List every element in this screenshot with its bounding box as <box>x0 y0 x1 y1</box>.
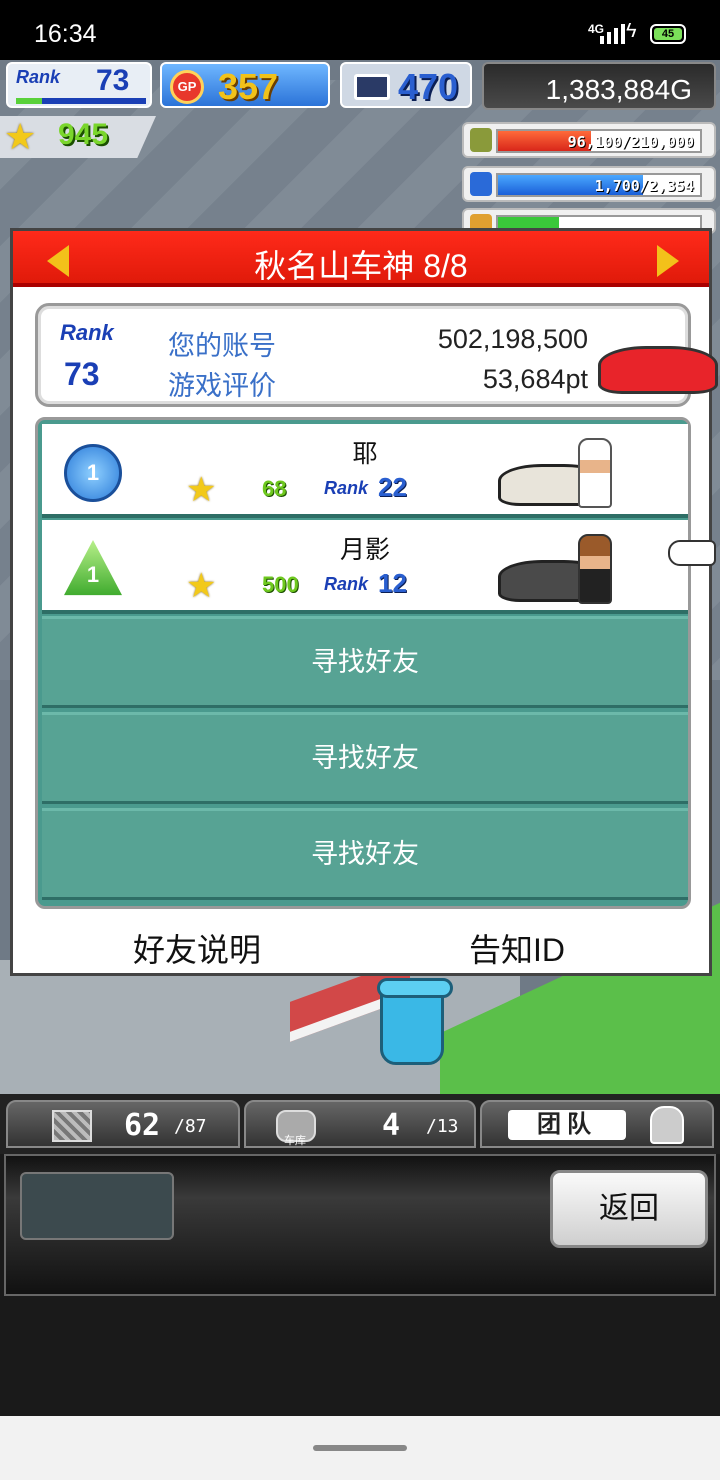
computer-icon <box>354 74 390 100</box>
player-rank-value: 73 <box>64 356 100 392</box>
rank-progress-fill <box>16 98 42 104</box>
friend-rank-value: 22 <box>378 472 407 502</box>
account-label: 您的账号 <box>168 331 276 361</box>
clock: 16:34 <box>34 20 97 48</box>
friend-explain-button[interactable]: 好友说明 <box>133 925 261 971</box>
signal-icon <box>600 22 625 44</box>
money-bar-text: 96,100/210,000 <box>567 133 694 151</box>
chef-character-icon <box>578 438 612 508</box>
money-value: 1,383,884G <box>545 74 692 105</box>
money-display: 1,383,884G <box>482 62 716 110</box>
trash-can-icon[interactable] <box>377 978 453 1065</box>
tab-garage-label: 车库 <box>284 1135 306 1147</box>
friend-rank-label: Rank <box>324 574 369 594</box>
dialog-header: 秋名山车神 8/8 <box>13 231 709 287</box>
driver-character-icon <box>578 534 612 604</box>
star-icon: ★ <box>186 471 217 509</box>
find-friend-button[interactable]: 寻找好友 <box>42 808 688 900</box>
tab-total: /87 <box>174 1116 207 1137</box>
rank-value: 73 <box>96 64 130 97</box>
team-member-icon <box>650 1106 684 1144</box>
crate-icon <box>52 1110 92 1142</box>
back-button[interactable]: 返回 <box>550 1170 708 1248</box>
pointing-hand-icon <box>668 540 716 566</box>
tab-total-value: 87 <box>184 1116 207 1137</box>
tab-total-value: 13 <box>436 1116 459 1137</box>
money-track: 96,100/210,000 <box>496 129 702 153</box>
player-rank-label: Rank <box>60 320 114 345</box>
friend-row[interactable]: 1 月影 ★ 500 Rank 12 <box>42 520 688 614</box>
bottom-bar: 返回 <box>4 1154 716 1296</box>
friend-rank-label: Rank <box>324 478 369 498</box>
find-friend-button[interactable]: 寻找好友 <box>42 616 688 708</box>
research-value: 470 <box>398 66 459 107</box>
gp-counter[interactable]: GP 357 <box>160 62 330 108</box>
tab-count: 4 <box>382 1108 401 1143</box>
friend-stars: 68 <box>262 476 287 501</box>
tab-total: /13 <box>426 1116 459 1137</box>
money-resource-bar: 96,100/210,000 <box>462 122 716 158</box>
battery-icon: 45 <box>650 24 686 44</box>
gp-coin-icon: GP <box>170 70 204 104</box>
friend-ranking-dialog: 秋名山车神 8/8 Rank 73 您的账号 502,198,500 游戏评价 … <box>10 228 718 976</box>
system-nav-bar <box>0 1416 720 1480</box>
friend-stars: 500 <box>262 572 299 597</box>
tab-team[interactable]: 团队 <box>480 1100 714 1148</box>
rank-label: Rank <box>16 67 61 87</box>
charging-icon: ϟ <box>626 20 637 42</box>
star-value: 945 <box>58 118 109 151</box>
star-counter: ★ 945 <box>0 116 156 158</box>
tab-count: 62 <box>124 1108 161 1143</box>
rating-value: 53,684pt <box>482 364 588 394</box>
star-icon: ★ <box>186 567 217 605</box>
fuel-bar-text: 1,700/2,354 <box>594 177 694 195</box>
dialog-title: 秋名山车神 8/8 <box>254 248 468 284</box>
rank-1-triangle-badge: 1 <box>64 540 122 596</box>
notify-id-button[interactable]: 告知ID <box>469 925 565 971</box>
tab-team-label: 团队 <box>508 1110 626 1140</box>
player-info-card: Rank 73 您的账号 502,198,500 游戏评价 53,684pt <box>35 303 718 407</box>
rank-1-circle-badge: 1 <box>64 444 122 502</box>
research-counter[interactable]: 470 <box>340 62 472 108</box>
fuel-track: 1,700/2,354 <box>496 173 702 197</box>
arrow-right-icon[interactable] <box>657 245 679 277</box>
fuel-resource-bar: 1,700/2,354 <box>462 166 716 202</box>
find-friend-button[interactable]: 寻找好友 <box>42 712 688 804</box>
tab-garage[interactable]: 车库 4 /13 <box>244 1100 476 1148</box>
gp-value: 357 <box>218 66 279 107</box>
account-value: 502,198,500 <box>437 324 588 354</box>
status-bar: 16:34 4G ϟ 45 <box>0 0 720 60</box>
tab-parts[interactable]: 62 /87 <box>6 1100 240 1148</box>
friend-rank-value: 12 <box>378 568 407 598</box>
money-bag-icon <box>470 128 492 152</box>
rating-label: 游戏评价 <box>168 371 276 401</box>
battery-level: 45 <box>654 28 682 40</box>
friend-list: 1 耶 ★ 68 Rank 22 1 月影 ★ 500 Rank 12 寻找好友… <box>35 417 691 909</box>
star-icon: ★ <box>4 116 37 157</box>
message-box <box>20 1172 174 1240</box>
friend-row[interactable]: 1 耶 ★ 68 Rank 22 <box>42 424 688 518</box>
fuel-can-icon <box>470 172 492 196</box>
rank-progress-bar <box>16 98 146 104</box>
player-car-icon <box>598 346 718 394</box>
rank-indicator[interactable]: Rank 73 <box>6 62 152 108</box>
friend-name: 耶 <box>352 440 378 468</box>
bottom-tabs: 62 /87 车库 4 /13 团队 <box>0 1094 720 1154</box>
friend-name: 月影 <box>339 536 390 564</box>
home-gesture-handle[interactable] <box>313 1445 407 1451</box>
